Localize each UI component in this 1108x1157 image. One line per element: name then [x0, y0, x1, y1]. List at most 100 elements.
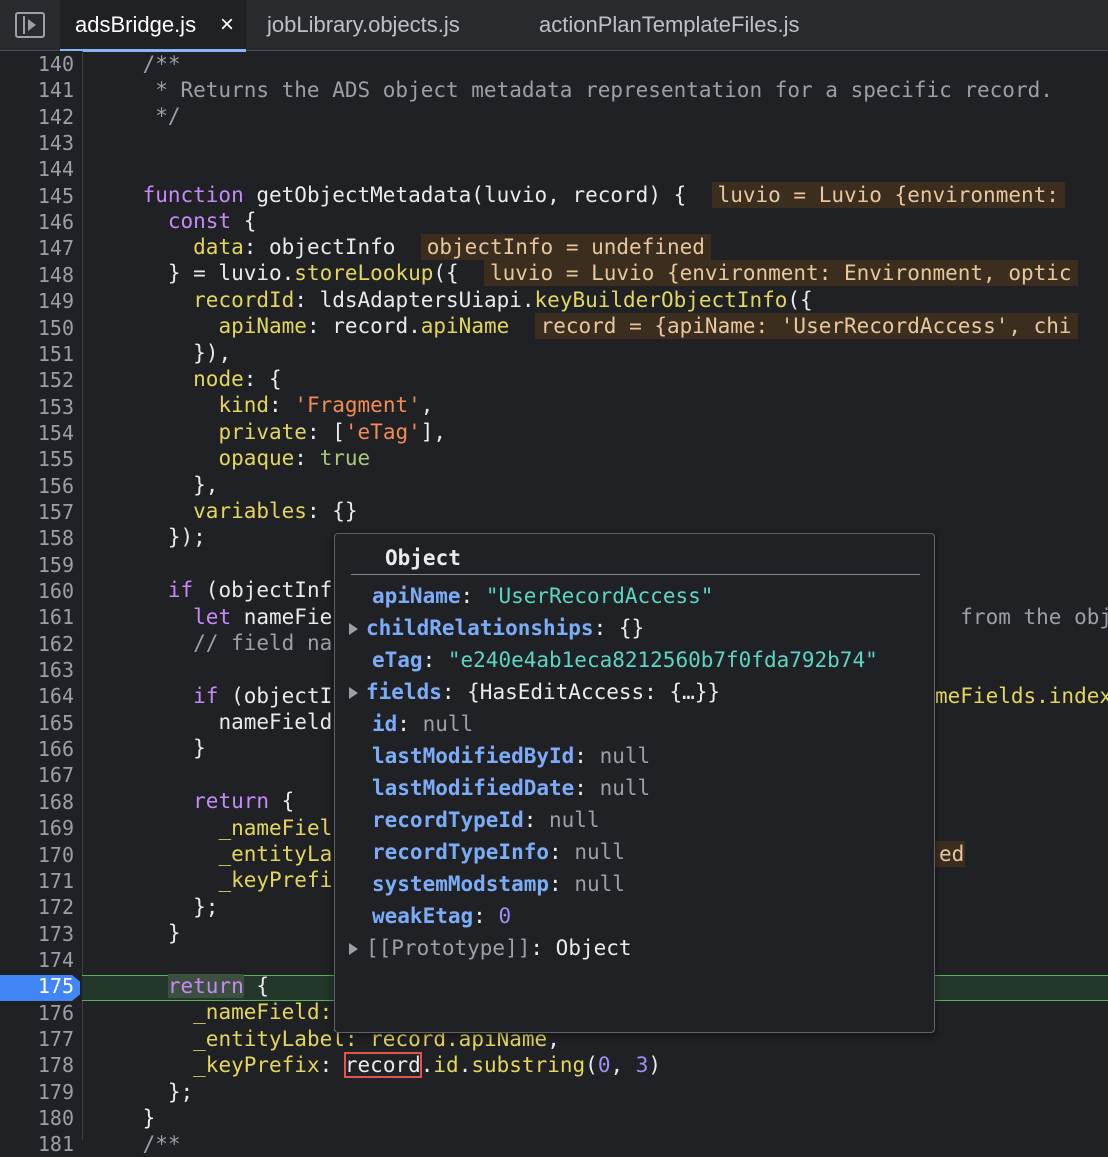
property-row[interactable]: recordTypeInfo: null [349, 837, 625, 867]
inline-value-badge[interactable]: luvio = Luvio {environment: Environment,… [483, 260, 1078, 286]
property-row[interactable]: eTag: "e240e4ab1eca8212560b7f0fda792b74" [349, 645, 878, 675]
property-row[interactable]: lastModifiedById: null [349, 741, 650, 771]
property-value: {HasEditAccess: {…}} [467, 680, 721, 704]
property: apiName [420, 314, 510, 338]
property-row[interactable]: childRelationships: {} [349, 613, 644, 643]
tab-adsbridge[interactable]: adsBridge.js × [60, 0, 246, 52]
code-line[interactable]: variables: {} [92, 498, 1108, 524]
property-row[interactable]: recordTypeId: null [349, 805, 600, 835]
line-number[interactable]: 167 [0, 762, 74, 788]
line-number[interactable]: 178 [0, 1052, 74, 1078]
line-number[interactable]: 148 [0, 262, 74, 288]
tab-joblibrary[interactable]: jobLibrary.objects.js [267, 0, 460, 50]
line-number[interactable]: 159 [0, 552, 74, 578]
comment: * Returns the ADS object metadata repres… [92, 78, 1053, 102]
property-row[interactable]: apiName: "UserRecordAccess" [349, 581, 713, 611]
code-line[interactable]: _keyPrefix: record.id.substring(0, 3) [92, 1052, 1108, 1078]
line-number[interactable]: 181 [0, 1131, 74, 1157]
code-line[interactable]: function getObjectMetadata(luvio, record… [92, 182, 1108, 208]
line-number[interactable]: 140 [0, 51, 74, 77]
property-row[interactable]: id: null [349, 709, 473, 739]
line-number[interactable]: 174 [0, 947, 74, 973]
inline-value-badge[interactable]: record = {apiName: 'UserRecordAccess', c… [534, 313, 1078, 339]
property: _nameFiel [218, 816, 333, 840]
keyword: return [193, 789, 270, 813]
expand-triangle-icon[interactable] [349, 943, 358, 955]
line-number[interactable]: 177 [0, 1026, 74, 1052]
line-number[interactable]: 144 [0, 156, 74, 182]
line-number[interactable]: 164 [0, 683, 74, 709]
tab-actionplantemplatefiles[interactable]: actionPlanTemplateFiles.js [539, 0, 799, 50]
line-number[interactable]: 155 [0, 446, 74, 472]
line-number[interactable]: 156 [0, 473, 74, 499]
expand-triangle-icon[interactable] [349, 687, 358, 699]
code-line[interactable]: data: objectInfo objectInfo = undefined [92, 234, 1108, 260]
line-number[interactable]: 141 [0, 77, 74, 103]
line-number[interactable]: 169 [0, 815, 74, 841]
line-number[interactable]: 154 [0, 420, 74, 446]
code-line[interactable]: }; [92, 1079, 1108, 1105]
property: id [433, 1053, 459, 1077]
code-line[interactable]: node: { [92, 366, 1108, 392]
code-line[interactable]: } [92, 1105, 1108, 1131]
line-number[interactable]: 168 [0, 789, 74, 815]
inline-value-badge[interactable]: objectInfo = undefined [420, 234, 711, 260]
code-line[interactable]: opaque: true [92, 445, 1108, 471]
line-number[interactable]: 160 [0, 578, 74, 604]
line-number[interactable]: 152 [0, 367, 74, 393]
line-number[interactable]: 180 [0, 1105, 74, 1131]
line-number[interactable]: 163 [0, 657, 74, 683]
hovered-variable[interactable]: record [343, 1052, 422, 1078]
code-line[interactable]: kind: 'Fragment', [92, 392, 1108, 418]
line-number[interactable]: 165 [0, 710, 74, 736]
code-line[interactable]: const { [92, 208, 1108, 234]
line-number[interactable]: 149 [0, 288, 74, 314]
line-number[interactable]: 151 [0, 341, 74, 367]
line-number[interactable]: 157 [0, 499, 74, 525]
code-line[interactable]: /** [92, 1131, 1108, 1157]
code-line[interactable]: }, [92, 472, 1108, 498]
line-number[interactable]: 143 [0, 130, 74, 156]
property-row[interactable]: systemModstamp: null [349, 869, 625, 899]
line-number[interactable]: 179 [0, 1079, 74, 1105]
code-line[interactable]: */ [92, 103, 1108, 129]
line-number[interactable]: 153 [0, 394, 74, 420]
line-number[interactable]: 161 [0, 604, 74, 630]
toggle-navigator-icon[interactable] [15, 12, 45, 38]
line-number[interactable]: 158 [0, 525, 74, 551]
comment: // field na [193, 631, 333, 655]
code-line[interactable]: private: ['eTag'], [92, 419, 1108, 445]
breakpoint-line-number[interactable]: 175 [0, 973, 74, 999]
line-number[interactable]: 150 [0, 315, 74, 341]
code-line[interactable]: } = luvio.storeLookup({ luvio = Luvio {e… [92, 260, 1108, 286]
line-number[interactable]: 171 [0, 868, 74, 894]
property-row[interactable]: [[Prototype]]: Object [349, 933, 632, 963]
line-number[interactable]: 145 [0, 183, 74, 209]
property: kind [218, 393, 270, 417]
line-number[interactable]: 162 [0, 631, 74, 657]
code-line[interactable]: * Returns the ADS object metadata repres… [92, 77, 1108, 103]
line-number[interactable]: 172 [0, 894, 74, 920]
property-row[interactable]: weakEtag: 0 [349, 901, 511, 931]
editor-tab-bar: adsBridge.js × jobLibrary.objects.js act… [0, 0, 1108, 52]
code-text: }, [193, 473, 219, 497]
property: recordId [193, 288, 295, 312]
code-line[interactable]: /** [92, 51, 1108, 77]
line-number[interactable]: 173 [0, 921, 74, 947]
line-number[interactable]: 147 [0, 235, 74, 261]
line-number[interactable]: 166 [0, 736, 74, 762]
property-row[interactable]: fields: {HasEditAccess: {…}} [349, 677, 720, 707]
inline-value-badge[interactable]: luvio = Luvio {environment: [711, 182, 1065, 208]
property-row[interactable]: lastModifiedDate: null [349, 773, 650, 803]
line-number[interactable]: 146 [0, 209, 74, 235]
line-number[interactable]: 170 [0, 842, 74, 868]
code-line[interactable]: apiName: record.apiName record = {apiNam… [92, 313, 1108, 339]
code-line[interactable]: recordId: ldsAdaptersUiapi.keyBuilderObj… [92, 287, 1108, 313]
code-line[interactable]: }), [92, 340, 1108, 366]
close-icon[interactable]: × [220, 0, 234, 50]
line-number[interactable]: 176 [0, 1000, 74, 1026]
line-number[interactable]: 142 [0, 104, 74, 130]
inline-value-badge[interactable]: ed [935, 841, 965, 867]
object-preview-popover[interactable]: Object apiName: "UserRecordAccess" childR… [334, 533, 935, 1033]
expand-triangle-icon[interactable] [349, 623, 358, 635]
